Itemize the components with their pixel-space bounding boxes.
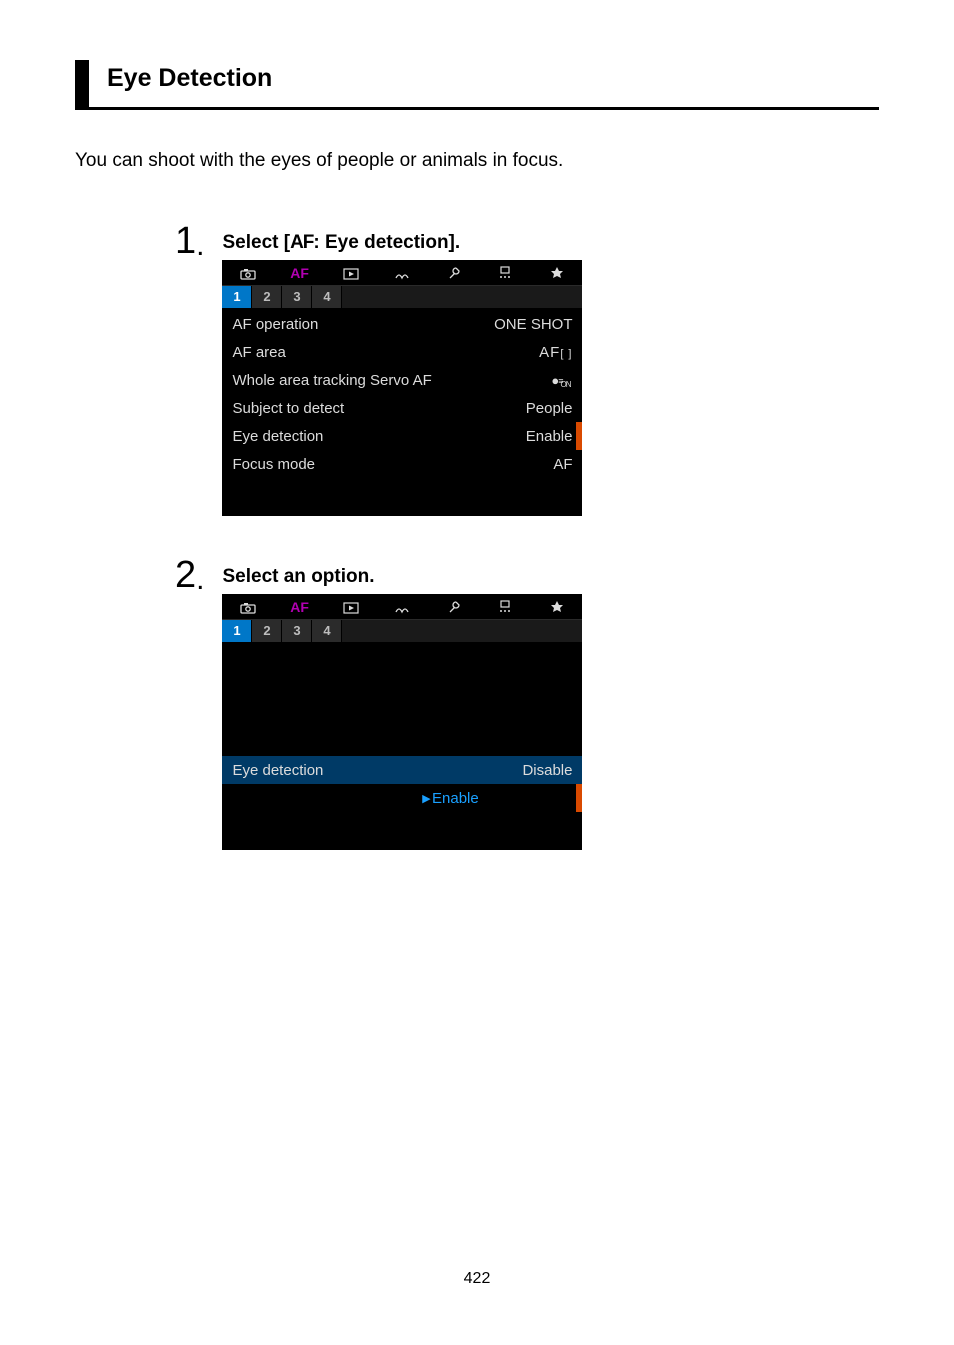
- page-title: Eye Detection: [107, 64, 879, 93]
- tab-mymenu[interactable]: [531, 599, 582, 614]
- subtab-3[interactable]: 3: [282, 620, 312, 642]
- tab-playback[interactable]: [325, 599, 376, 613]
- subtab-3[interactable]: 3: [282, 286, 312, 308]
- star-icon: [550, 266, 564, 280]
- tab-custom[interactable]: [480, 265, 531, 280]
- subtab-1[interactable]: 1: [222, 286, 252, 308]
- tab-custom[interactable]: [480, 599, 531, 614]
- step-2: 2. Select an option. AF: [175, 556, 879, 850]
- wrench-icon: [447, 600, 461, 614]
- step-number: 1.: [175, 222, 204, 260]
- tab-setup[interactable]: [428, 265, 479, 280]
- option-enable[interactable]: ▸Enable: [222, 784, 582, 812]
- camera-menu-screenshot-2: AF: [222, 594, 582, 850]
- af-glyph: AF: [290, 232, 313, 253]
- subtab-4[interactable]: 4: [312, 620, 342, 642]
- top-tab-bar-2: AF: [222, 594, 582, 620]
- tab-network[interactable]: [377, 265, 428, 279]
- subtab-2[interactable]: 2: [252, 620, 282, 642]
- network-icon: [394, 268, 410, 280]
- tab-network[interactable]: [377, 599, 428, 613]
- step-1: 1. Select [AF: Eye detection]. AF: [175, 222, 879, 516]
- subtab-4[interactable]: 4: [312, 286, 342, 308]
- spacer: [222, 812, 582, 840]
- row-subject-detect[interactable]: Subject to detect People: [222, 394, 582, 422]
- custom-icon: [497, 600, 513, 614]
- row-eye-detection-2[interactable]: Eye detection Disable: [222, 756, 582, 784]
- network-icon: [394, 602, 410, 614]
- sub-tab-bar-2: 1 2 3 4: [222, 620, 582, 642]
- star-icon: [550, 600, 564, 614]
- sub-tab-bar: 1 2 3 4: [222, 286, 582, 308]
- camera-icon: [240, 268, 256, 280]
- spacer: [222, 478, 582, 506]
- page-number: 422: [75, 1270, 879, 1288]
- tab-camera[interactable]: [222, 265, 273, 279]
- spacer: [222, 700, 582, 728]
- spacer: [222, 644, 582, 672]
- step-2-title: Select an option.: [222, 566, 879, 588]
- row-af-operation[interactable]: AF operation ONE SHOT: [222, 310, 582, 338]
- subtab-1[interactable]: 1: [222, 620, 252, 642]
- row-whole-area-tracking[interactable]: Whole area tracking Servo AF ●≡ON: [222, 366, 582, 394]
- tab-af[interactable]: AF: [274, 600, 325, 614]
- row-focus-mode[interactable]: Focus mode AF: [222, 450, 582, 478]
- step-1-title: Select [AF: Eye detection].: [222, 232, 879, 254]
- spacer: [222, 728, 582, 756]
- camera-menu-screenshot-1: AF: [222, 260, 582, 516]
- play-icon: [343, 602, 359, 614]
- tab-playback[interactable]: [325, 265, 376, 279]
- row-eye-detection[interactable]: Eye detection Enable: [222, 422, 582, 450]
- tab-camera[interactable]: [222, 599, 273, 613]
- step-number: 2.: [175, 556, 204, 594]
- subtab-2[interactable]: 2: [252, 286, 282, 308]
- selection-marker-icon: ▸: [422, 791, 430, 806]
- servo-on-icon: ●≡ON: [551, 374, 572, 387]
- tab-mymenu[interactable]: [531, 265, 582, 280]
- top-tab-bar: AF: [222, 260, 582, 286]
- row-af-area[interactable]: AF area AF[ ]: [222, 338, 582, 366]
- intro-text: You can shoot with the eyes of people or…: [75, 150, 879, 172]
- tab-af[interactable]: AF: [274, 266, 325, 280]
- play-icon: [343, 268, 359, 280]
- camera-icon: [240, 602, 256, 614]
- custom-icon: [497, 266, 513, 280]
- af-area-value: AF[ ]: [539, 345, 572, 360]
- wrench-icon: [447, 266, 461, 280]
- tab-setup[interactable]: [428, 599, 479, 614]
- spacer: [222, 672, 582, 700]
- page-heading: Eye Detection: [75, 60, 879, 110]
